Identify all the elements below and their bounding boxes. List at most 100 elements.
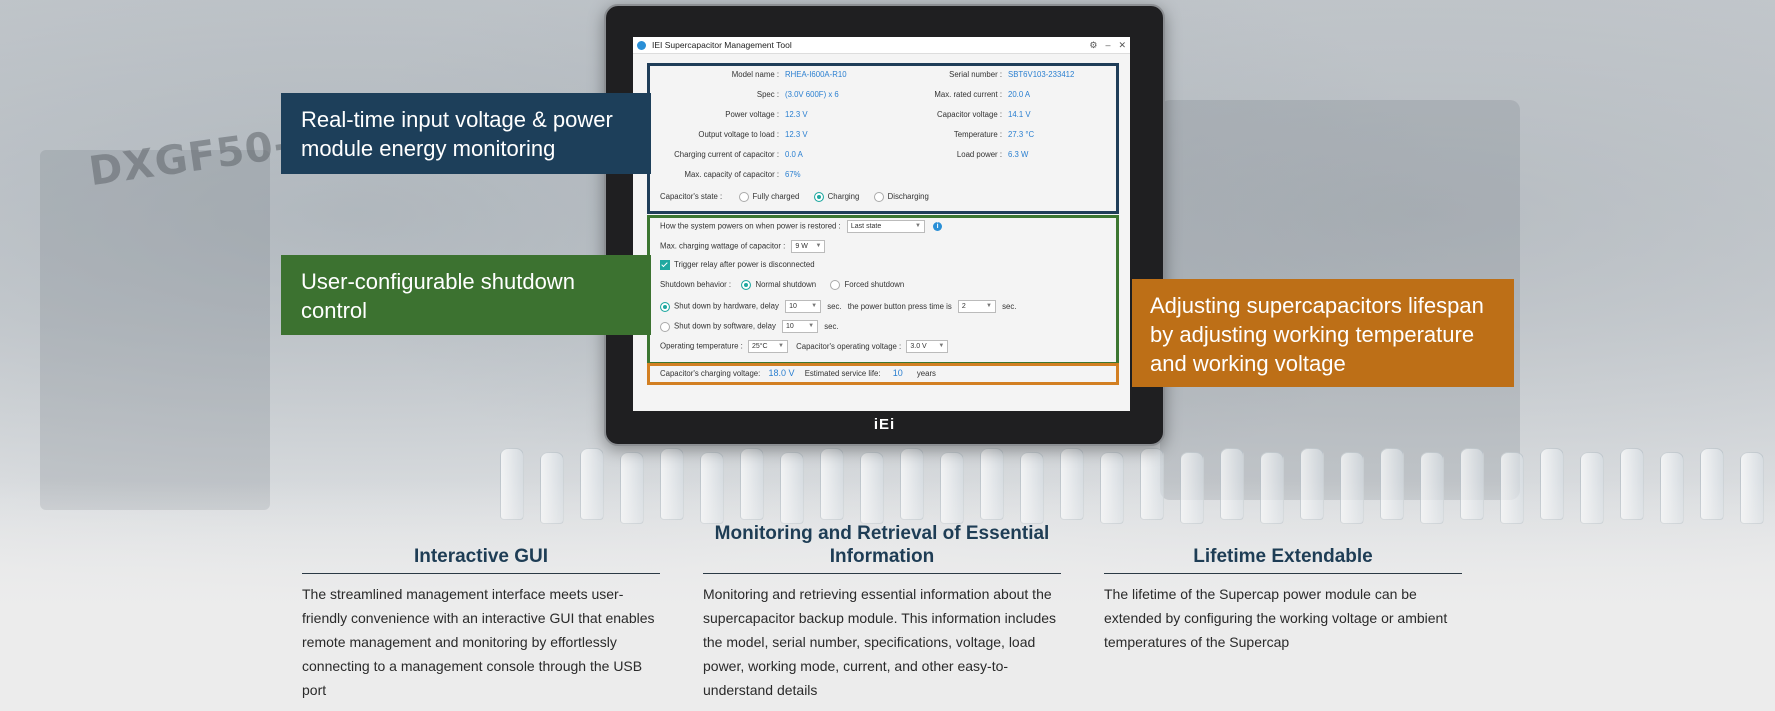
state-charging-label: Charging — [827, 192, 860, 202]
cap-voltage-row: Capacitor voltage : 14.1 V — [886, 110, 1031, 119]
callout-shutdown: User-configurable shutdown control — [281, 255, 651, 335]
load-power-row: Load power : 6.3 W — [886, 150, 1028, 159]
feature-lifetime: Lifetime Extendable The lifetime of the … — [1104, 516, 1462, 654]
state-charging-radio[interactable] — [813, 192, 824, 202]
service-life-unit: years — [916, 369, 936, 378]
feature-monitoring: Monitoring and Retrieval of Essential In… — [703, 516, 1061, 702]
model-name-label: Model name : — [731, 70, 779, 79]
feature-body: Monitoring and retrieving essential info… — [703, 586, 1057, 698]
temperature-value: 27.3 °C — [1008, 130, 1035, 139]
press-time-label: the power button press time is — [847, 301, 952, 311]
sw-shutdown-label: Shut down by software, delay — [674, 321, 776, 331]
model-name-value: RHEA-I600A-R10 — [785, 70, 847, 79]
machine-frame-left — [40, 150, 270, 510]
max-current-label: Max. rated current : — [934, 90, 1002, 99]
hw-delay-select[interactable]: 10 ▼ — [785, 300, 822, 313]
spec-value: (3.0V 600F) x 6 — [785, 90, 839, 99]
charging-current-label: Charging current of capacitor : — [674, 150, 779, 159]
minimize-button[interactable]: – — [1105, 40, 1110, 50]
shutdown-settings-panel: How the system powers on when power is r… — [647, 215, 1119, 365]
press-time-unit: sec. — [1002, 301, 1017, 311]
max-charging-select[interactable]: 9 W ▼ — [791, 240, 826, 253]
serial-label: Serial number : — [949, 70, 1002, 79]
state-discharging-radio[interactable] — [873, 192, 884, 202]
feature-title: Monitoring and Retrieval of Essential In… — [703, 516, 1061, 574]
cap-voltage-value: 14.1 V — [1008, 110, 1031, 119]
max-charging-label: Max. charging wattage of capacitor : — [660, 241, 786, 251]
load-power-value: 6.3 W — [1008, 150, 1029, 159]
power-voltage-value: 12.3 V — [785, 110, 808, 119]
press-time-select[interactable]: 2 ▼ — [957, 300, 996, 313]
state-fully-charged-radio[interactable] — [738, 192, 749, 202]
capacitor-state-row: Capacitor's state : Fully charged Chargi… — [660, 192, 929, 202]
charging-current-value: 0.0 A — [785, 150, 803, 159]
chevron-down-icon: ▼ — [938, 343, 945, 349]
model-name-row: Model name : RHEA-I600A-R10 — [654, 70, 847, 79]
power-restore-row: How the system powers on when power is r… — [660, 220, 943, 233]
output-voltage-label: Output voltage to load : — [698, 130, 779, 139]
op-temp-select[interactable]: 25°C ▼ — [747, 340, 788, 353]
max-capacity-row: Max. capacity of capacitor : 67% — [654, 170, 801, 179]
relay-label: Trigger relay after power is disconnecte… — [674, 260, 815, 270]
max-current-value: 20.0 A — [1008, 90, 1031, 99]
close-button[interactable]: ✕ — [1118, 40, 1126, 50]
app-window: IEI Supercapacitor Management Tool ⚙ – ✕… — [633, 37, 1130, 411]
relay-checkbox[interactable] — [660, 260, 670, 270]
feature-body: The lifetime of the Supercap power modul… — [1104, 586, 1448, 650]
callout-lifespan: Adjusting supercapacitors lifespan by ad… — [1132, 279, 1514, 387]
sw-shutdown-radio[interactable] — [660, 321, 670, 332]
normal-shutdown-radio[interactable] — [741, 280, 752, 290]
hw-delay-unit: sec. — [827, 301, 842, 311]
max-capacity-value: 67% — [785, 170, 801, 179]
serial-value: SBT6V103-233412 — [1008, 70, 1075, 79]
shutdown-behavior-label: Shutdown behavior : — [660, 280, 732, 290]
charging-voltage-value: 18.0 V — [768, 368, 795, 378]
feature-body: The streamlined management interface mee… — [302, 586, 655, 698]
info-icon[interactable]: i — [933, 222, 943, 231]
chevron-down-icon: ▼ — [985, 303, 992, 309]
chevron-down-icon: ▼ — [811, 303, 818, 309]
hw-delay-value: 10 — [789, 303, 797, 310]
lifetime-row: Capacitor's charging voltage: 18.0 V Est… — [660, 368, 936, 378]
load-power-label: Load power : — [956, 150, 1002, 159]
state-discharging-label: Discharging — [887, 192, 929, 202]
op-temp-value: 25°C — [751, 343, 768, 350]
normal-shutdown-label: Normal shutdown — [755, 280, 817, 290]
max-current-row: Max. rated current : 20.0 A — [886, 90, 1030, 99]
chevron-down-icon: ▼ — [808, 323, 815, 329]
charging-current-row: Charging current of capacitor : 0.0 A — [654, 150, 803, 159]
operating-row: Operating temperature : 25°C ▼ Capacitor'… — [660, 340, 949, 353]
output-voltage-row: Output voltage to load : 12.3 V — [654, 130, 807, 139]
forced-shutdown-radio[interactable] — [830, 280, 841, 290]
power-restore-value: Last state — [850, 223, 882, 230]
lifetime-panel: Capacitor's charging voltage: 18.0 V Est… — [647, 363, 1119, 385]
hw-shutdown-radio[interactable] — [660, 301, 670, 312]
app-logo-icon — [637, 40, 646, 50]
chevron-down-icon: ▼ — [914, 223, 921, 229]
chevron-down-icon: ▼ — [778, 343, 784, 349]
feature-interactive-gui: Interactive GUI The streamlined manageme… — [302, 516, 660, 702]
service-life-label: Estimated service life: — [804, 369, 881, 378]
charging-voltage-label: Capacitor's charging voltage: — [660, 369, 761, 378]
press-time-value: 2 — [961, 303, 966, 310]
max-charging-row: Max. charging wattage of capacitor : 9 W… — [660, 240, 826, 253]
monitor-brand-logo: iEi — [873, 416, 896, 433]
serial-row: Serial number : SBT6V103-233412 — [886, 70, 1074, 79]
temperature-label: Temperature : — [953, 130, 1002, 139]
sw-shutdown-row: Shut down by software, delay 10 ▼ sec. — [660, 320, 839, 333]
feature-title: Interactive GUI — [302, 516, 660, 574]
sw-delay-select[interactable]: 10 ▼ — [782, 320, 819, 333]
max-capacity-label: Max. capacity of capacitor : — [684, 170, 779, 179]
temperature-row: Temperature : 27.3 °C — [886, 130, 1034, 139]
op-voltage-select[interactable]: 3.0 V ▼ — [906, 340, 949, 353]
op-temp-label: Operating temperature : — [660, 341, 743, 351]
power-restore-select[interactable]: Last state ▼ — [846, 220, 925, 233]
hw-shutdown-row: Shut down by hardware, delay 10 ▼ sec. th… — [660, 300, 1016, 313]
max-charging-value: 9 W — [795, 243, 808, 250]
op-voltage-value: 3.0 V — [910, 343, 927, 350]
service-life-value: 10 — [892, 368, 903, 378]
op-voltage-label: Capacitor's operating voltage : — [796, 341, 902, 351]
settings-icon[interactable]: ⚙ — [1089, 40, 1097, 50]
relay-row: Trigger relay after power is disconnecte… — [660, 260, 815, 270]
sw-delay-unit: sec. — [824, 321, 839, 331]
